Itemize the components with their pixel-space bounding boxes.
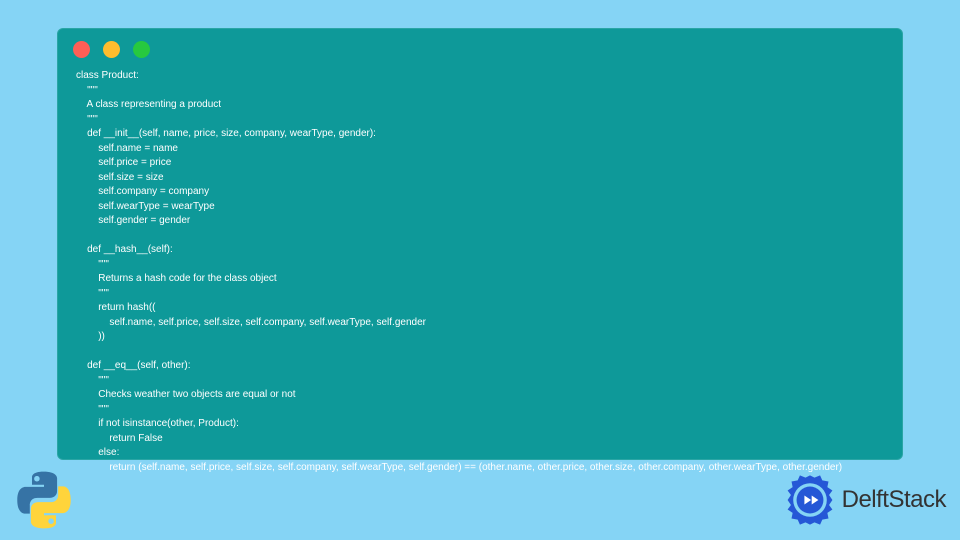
delftstack-brand-text: DelftStack bbox=[842, 486, 946, 514]
close-icon[interactable] bbox=[73, 41, 90, 58]
maximize-icon[interactable] bbox=[133, 41, 150, 58]
python-logo-icon bbox=[14, 470, 74, 528]
minimize-icon[interactable] bbox=[103, 41, 120, 58]
delftstack-logo: DelftStack bbox=[782, 472, 946, 528]
code-window: class Product: """ A class representing … bbox=[57, 28, 903, 460]
delftstack-gear-icon bbox=[782, 472, 838, 528]
window-controls bbox=[58, 29, 902, 63]
code-block: class Product: """ A class representing … bbox=[58, 63, 902, 485]
